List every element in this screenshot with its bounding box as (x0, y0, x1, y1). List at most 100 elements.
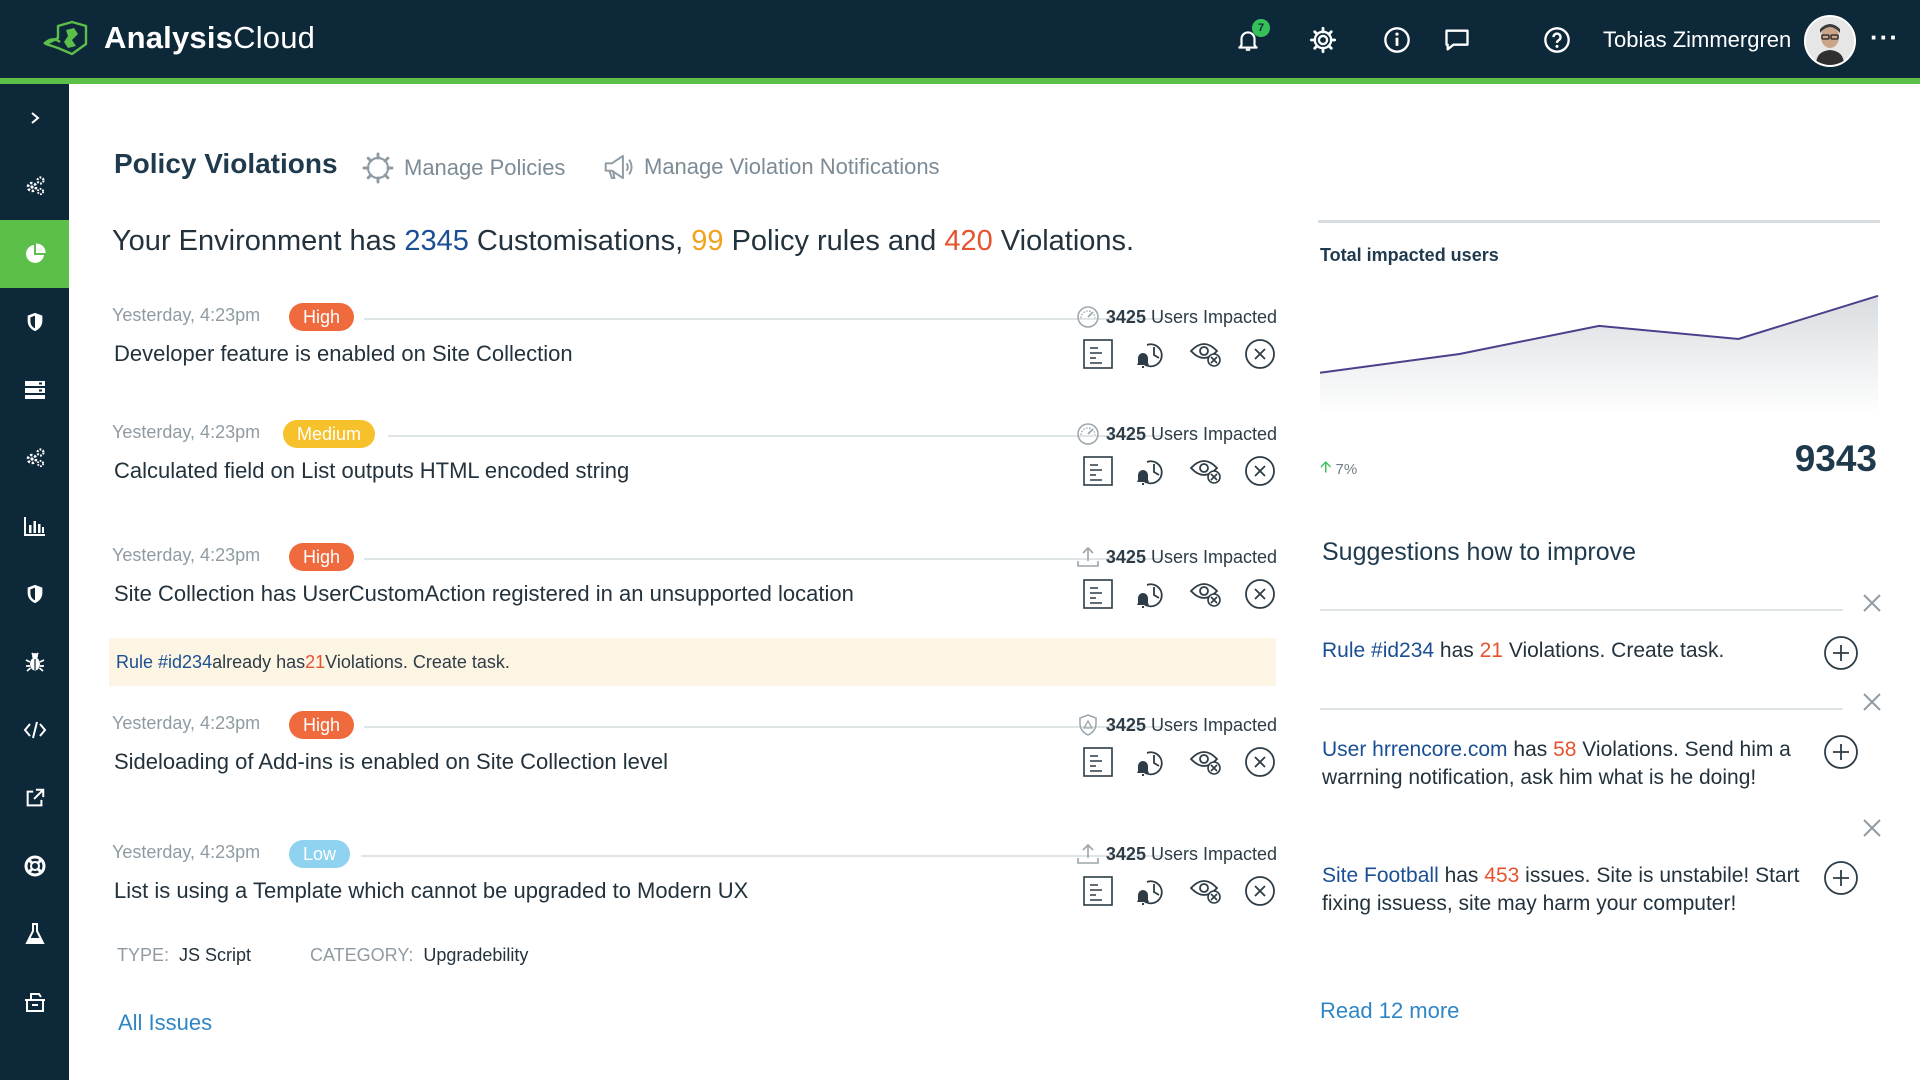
server-icon (24, 381, 45, 399)
dismiss-button[interactable] (1243, 454, 1277, 488)
dismiss-button[interactable] (1243, 577, 1277, 611)
avatar[interactable] (1804, 15, 1856, 67)
rule-violation-count: 21 (305, 651, 326, 672)
close-circle-icon (1245, 339, 1275, 369)
details-button[interactable] (1081, 874, 1115, 908)
sidebar-item-reports[interactable] (0, 492, 69, 560)
alarm-history-icon (1137, 460, 1163, 485)
violation-time: Yesterday, 4:23pm (112, 305, 261, 325)
details-button[interactable] (1081, 577, 1115, 611)
chat-icon (1445, 29, 1469, 51)
violation-actions (1081, 454, 1277, 488)
gauge-icon (1077, 306, 1099, 328)
add-circle-icon[interactable] (1823, 635, 1859, 671)
suggestion-text: Site Football has 453 issues. Site is un… (1322, 864, 1800, 915)
violation-actions (1081, 337, 1277, 371)
help-button[interactable] (1541, 24, 1573, 56)
divider (388, 435, 1164, 437)
shield-icon (27, 312, 42, 332)
info-button[interactable] (1381, 24, 1413, 56)
severity-badge: High (289, 303, 355, 331)
sidebar-item-support[interactable] (0, 832, 69, 900)
sidebar-item-archive[interactable] (0, 968, 69, 1036)
hide-button[interactable] (1189, 745, 1223, 779)
sidebar-item-security[interactable] (0, 288, 69, 356)
violation-actions (1081, 874, 1277, 908)
add-circle-icon[interactable] (1823, 734, 1859, 770)
document-icon (1083, 339, 1113, 369)
sidebar-item-protection[interactable] (0, 560, 69, 628)
settings-button[interactable] (1307, 24, 1339, 56)
violation-item[interactable]: Yesterday, 4:23pm High 3425 Users Impacte… (112, 303, 1277, 395)
hide-button[interactable] (1189, 337, 1223, 371)
notifications-button[interactable]: 7 (1232, 19, 1270, 56)
details-button[interactable] (1081, 454, 1115, 488)
violation-title: Developer feature is enabled on Site Col… (114, 341, 573, 366)
hide-button[interactable] (1189, 454, 1223, 488)
snooze-button[interactable] (1135, 337, 1169, 371)
add-circle-icon[interactable] (1823, 860, 1859, 896)
dismiss-button[interactable] (1243, 745, 1277, 779)
divider (361, 855, 1164, 857)
read-more-link[interactable]: Read 12 more (1320, 998, 1459, 1024)
suggestion-text: Rule #id234 has 21 Violations. Create ta… (1322, 639, 1725, 662)
severity-badge: Medium (283, 420, 376, 448)
user-photo-icon (1806, 17, 1854, 65)
lifebuoy-icon (24, 855, 45, 877)
rule-link[interactable]: Rule #id234 (116, 652, 212, 673)
help-icon (1544, 27, 1570, 53)
gauge-icon (1077, 423, 1099, 445)
bug-icon (25, 652, 44, 672)
tab-manage-violation-notifications[interactable]: Manage Violation Notifications (602, 152, 940, 182)
snooze-button[interactable] (1135, 745, 1169, 779)
close-icon[interactable] (1860, 591, 1884, 615)
close-icon[interactable] (1860, 690, 1884, 714)
snooze-button[interactable] (1135, 874, 1169, 908)
eye-off-icon (1189, 751, 1221, 775)
violation-item[interactable]: Yesterday, 4:23pm High 3425 Users Impacte… (112, 711, 1277, 803)
violation-time: Yesterday, 4:23pm (112, 422, 261, 442)
users-impacted: 3425 Users Impacted (1076, 305, 1277, 329)
violation-item[interactable]: Yesterday, 4:23pm High 3425 Users Impacte… (112, 543, 1277, 635)
violation-title: Site Collection has UserCustomAction reg… (114, 581, 854, 606)
close-icon[interactable] (1860, 816, 1884, 840)
user-name[interactable]: Tobias Zimmergren (1603, 27, 1791, 53)
snooze-button[interactable] (1135, 577, 1169, 611)
upload-icon (1077, 546, 1099, 567)
sidebar-item-external[interactable] (0, 764, 69, 832)
close-circle-icon (1245, 456, 1275, 486)
sidebar-item-settings[interactable] (0, 424, 69, 492)
external-link-icon (26, 788, 44, 807)
suggestion-link[interactable]: Rule #id234 (1322, 639, 1434, 662)
document-icon (1083, 747, 1113, 777)
chat-button[interactable] (1441, 24, 1473, 56)
close-circle-icon (1245, 747, 1275, 777)
divider (364, 726, 1164, 728)
sidebar-item-debug[interactable] (0, 628, 69, 696)
hide-button[interactable] (1189, 577, 1223, 611)
dismiss-button[interactable] (1243, 337, 1277, 371)
more-menu-button[interactable]: ··· (1870, 22, 1899, 53)
sidebar-item-analysis[interactable] (0, 220, 69, 288)
severity-badge: High (289, 711, 355, 739)
suggestion-link[interactable]: User hrrencore.com (1322, 738, 1508, 761)
sidebar-item-code[interactable] (0, 696, 69, 764)
arrow-up-icon: 🡩 (1320, 459, 1332, 476)
environment-summary: Your Environment has 2345 Customisations… (112, 225, 1135, 257)
details-button[interactable] (1081, 745, 1115, 779)
sidebar-expand[interactable] (0, 84, 69, 152)
sidebar-item-lab[interactable] (0, 900, 69, 968)
suggestion-link[interactable]: Site Football (1322, 864, 1439, 887)
details-button[interactable] (1081, 337, 1115, 371)
all-issues-link[interactable]: All Issues (118, 1010, 212, 1036)
snooze-button[interactable] (1135, 454, 1169, 488)
rule-violation-banner[interactable]: Rule #id234 already has 21 Violations. C… (109, 638, 1276, 686)
brand[interactable]: AnalysisCloud (42, 18, 315, 58)
dismiss-button[interactable] (1243, 874, 1277, 908)
tab-manage-policies[interactable]: Manage Policies (362, 152, 565, 184)
sidebar-item-configuration[interactable] (0, 152, 69, 220)
violation-item[interactable]: Yesterday, 4:23pm Medium 3425 Users Impac… (112, 420, 1277, 512)
violation-item[interactable]: Yesterday, 4:23pm Low 3425 Users Impacted… (112, 840, 1277, 932)
hide-button[interactable] (1189, 874, 1223, 908)
sidebar-item-servers[interactable] (0, 356, 69, 424)
